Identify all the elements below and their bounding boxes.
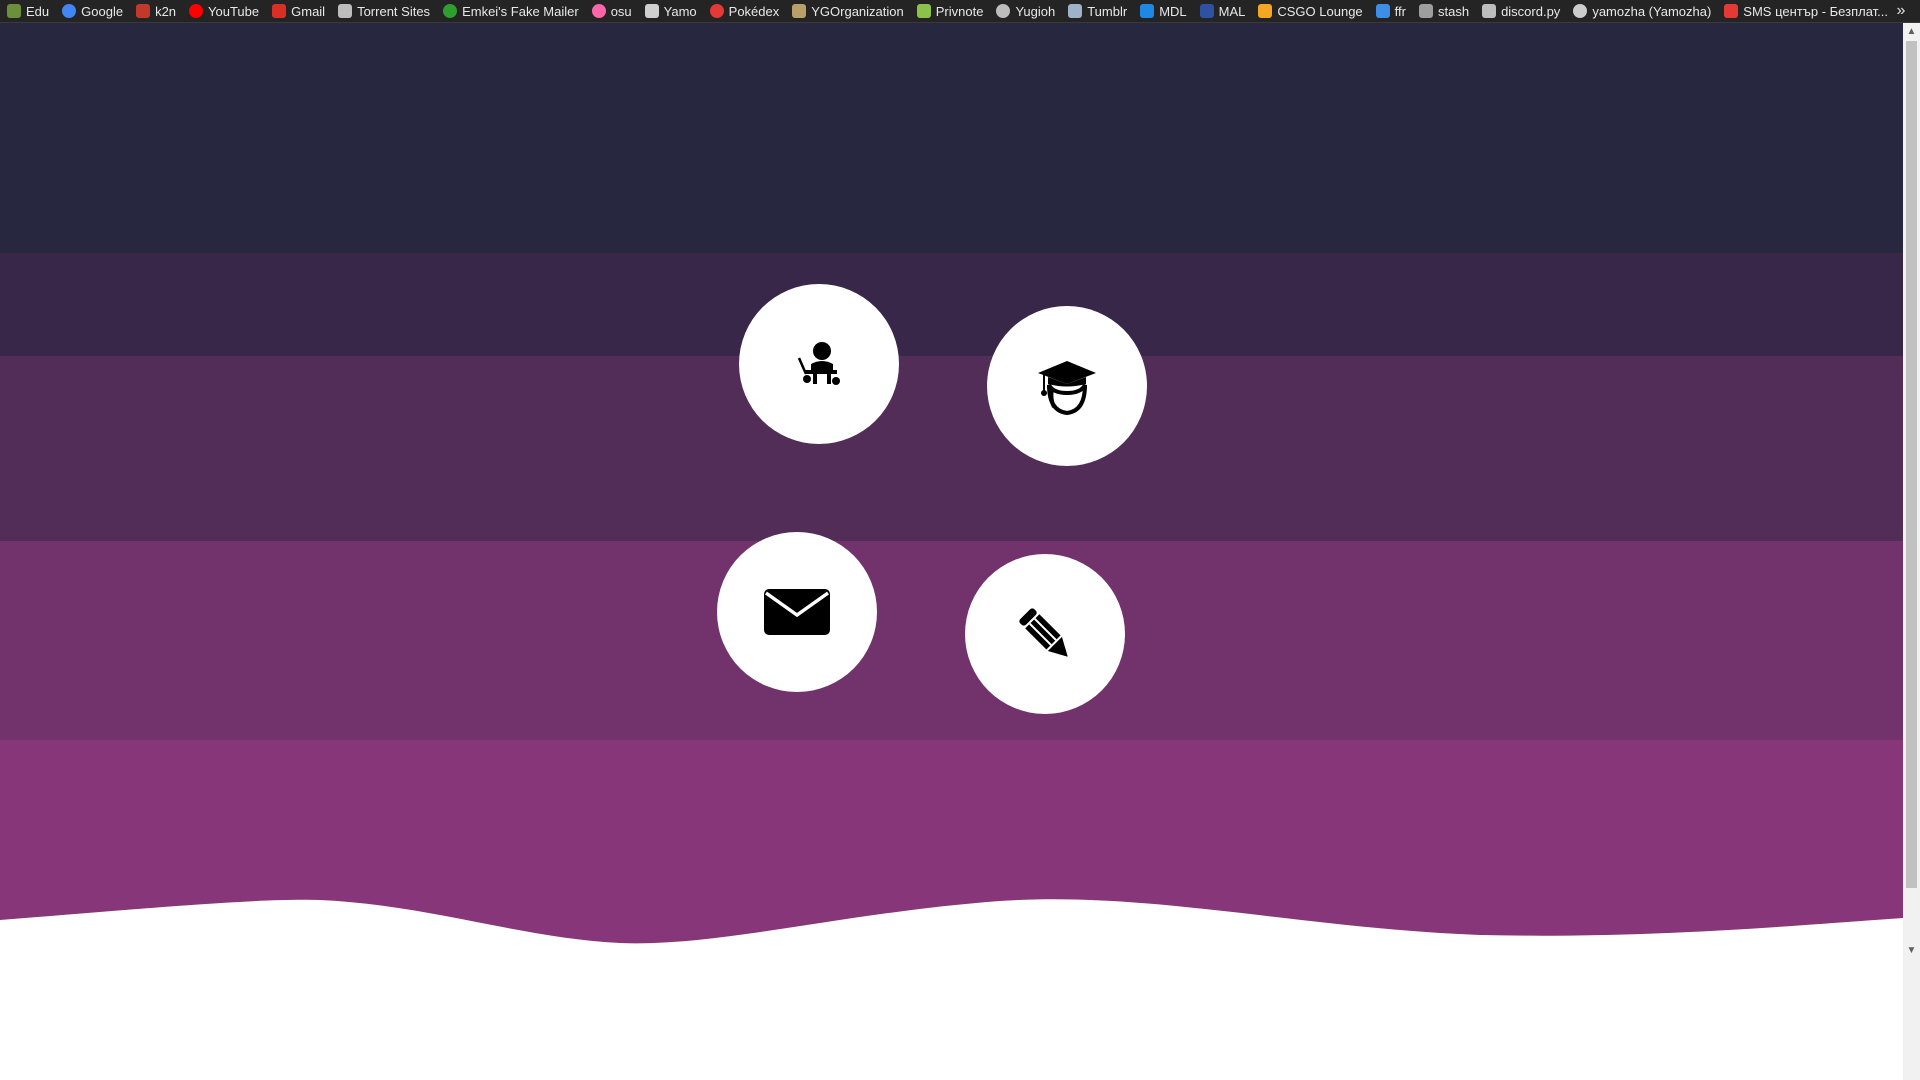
scroll-thumb[interactable] [1906, 41, 1917, 888]
bookmark-globe[interactable]: Yugioh [989, 0, 1061, 22]
background-band-4 [0, 541, 1903, 740]
bookmark-document[interactable]: discord.py [1475, 0, 1566, 22]
bookmark-label: stash [1437, 3, 1470, 19]
vertical-scrollbar[interactable]: ▲ ▼ [1903, 23, 1920, 1080]
steam-icon [644, 4, 659, 18]
document-icon [1482, 4, 1497, 18]
bookmark-emkei[interactable]: Emkei's Fake Mailer [436, 0, 585, 22]
ygo-icon [792, 4, 807, 18]
gmail-icon [272, 4, 287, 18]
tumblr-icon [1068, 4, 1083, 18]
pokeball-icon [709, 4, 724, 18]
bookmark-stash[interactable]: stash [1412, 0, 1475, 22]
contact-link-button[interactable] [717, 532, 877, 692]
leaf-icon [7, 4, 21, 18]
bookmark-ffr[interactable]: ffr [1369, 0, 1412, 22]
bookmark-label: Privnote [935, 3, 984, 19]
bookmark-folder[interactable]: Torrent Sites [331, 0, 436, 22]
bookmark-mdl[interactable]: MDL [1133, 0, 1192, 22]
bookmark-privnote[interactable]: Privnote [910, 0, 990, 22]
bookmark-leaf[interactable]: Edu [0, 0, 55, 22]
bookmark-label: Gmail [291, 3, 326, 19]
wave-divider [0, 899, 1903, 983]
bookmark-label: Yamo [663, 3, 697, 19]
bookmark-label: Edu [26, 3, 50, 19]
globe-icon [996, 4, 1011, 18]
graduate-link-button[interactable] [987, 306, 1147, 466]
bookmark-label: YGOrganization [811, 3, 904, 19]
bookmark-label: Google [81, 3, 124, 19]
ffr-icon [1375, 4, 1390, 18]
privnote-icon [916, 4, 931, 18]
sms-icon [1724, 4, 1739, 18]
folder-icon [338, 4, 353, 18]
bookmark-label: discord.py [1501, 3, 1561, 19]
bookmark-label: YouTube [208, 3, 260, 19]
bookmark-label: CSGO Lounge [1277, 3, 1363, 19]
k2n-icon [136, 4, 151, 18]
page-content [0, 23, 1903, 1080]
mal-icon [1199, 4, 1214, 18]
bookmark-label: Pokédex [728, 3, 780, 19]
google-icon [62, 4, 77, 18]
bookmark-sms[interactable]: SMS център - Безплат... [1717, 0, 1894, 22]
bookmark-steam[interactable]: Yamo [638, 0, 703, 22]
github-icon [1573, 4, 1588, 18]
mdl-icon [1140, 4, 1155, 18]
youtube-icon [189, 4, 204, 18]
bookmarks-bar: Edu Google k2n YouTube Gmail Torrent Sites Emk… [0, 0, 1920, 23]
bookmark-label: Yugioh [1015, 3, 1056, 19]
bookmark-github[interactable]: yamozha (Yamozha) [1566, 0, 1717, 22]
bookmark-pokeball[interactable]: Pokédex [703, 0, 786, 22]
bookmark-label: k2n [155, 3, 177, 19]
background-band-1 [0, 23, 1903, 253]
lightning-icon [1258, 4, 1273, 18]
teacher-icon [797, 342, 840, 385]
bookmark-osu[interactable]: osu [585, 0, 638, 22]
bookmark-ygo[interactable]: YGOrganization [785, 0, 910, 22]
bookmark-k2n[interactable]: k2n [129, 0, 182, 22]
bookmark-youtube[interactable]: YouTube [182, 0, 265, 22]
bookmark-label: MDL [1159, 3, 1187, 19]
bookmark-google[interactable]: Google [55, 0, 129, 22]
bookmark-label: yamozha (Yamozha) [1592, 3, 1712, 19]
envelope-icon [764, 589, 830, 635]
emkei-icon [443, 4, 458, 18]
stash-icon [1418, 4, 1433, 18]
bookmarks-overflow-button[interactable]: » [1890, 0, 1912, 22]
background-band-3 [0, 356, 1903, 541]
bookmark-label: Torrent Sites [357, 3, 431, 19]
graduate-icon [1038, 361, 1096, 416]
osu-icon [591, 4, 606, 18]
bookmark-label: osu [610, 3, 632, 19]
blog-link-button[interactable] [965, 554, 1125, 714]
bookmark-label: Tumblr [1087, 3, 1128, 19]
pencil-icon [1019, 608, 1068, 657]
bookmark-label: SMS център - Безплат... [1743, 3, 1889, 19]
bookmark-label: ffr [1394, 3, 1406, 19]
bookmark-label: Emkei's Fake Mailer [462, 3, 579, 19]
teacher-link-button[interactable] [739, 284, 899, 444]
scroll-up-arrow-icon[interactable]: ▲ [1903, 23, 1920, 40]
bookmark-mal[interactable]: MAL [1193, 0, 1252, 22]
scroll-down-arrow-icon[interactable]: ▼ [1903, 942, 1920, 959]
bookmark-label: MAL [1218, 3, 1246, 19]
bookmark-tumblr[interactable]: Tumblr [1061, 0, 1133, 22]
bookmark-lightning[interactable]: CSGO Lounge [1251, 0, 1368, 22]
background-band-2 [0, 253, 1903, 356]
bookmark-gmail[interactable]: Gmail [265, 0, 331, 22]
